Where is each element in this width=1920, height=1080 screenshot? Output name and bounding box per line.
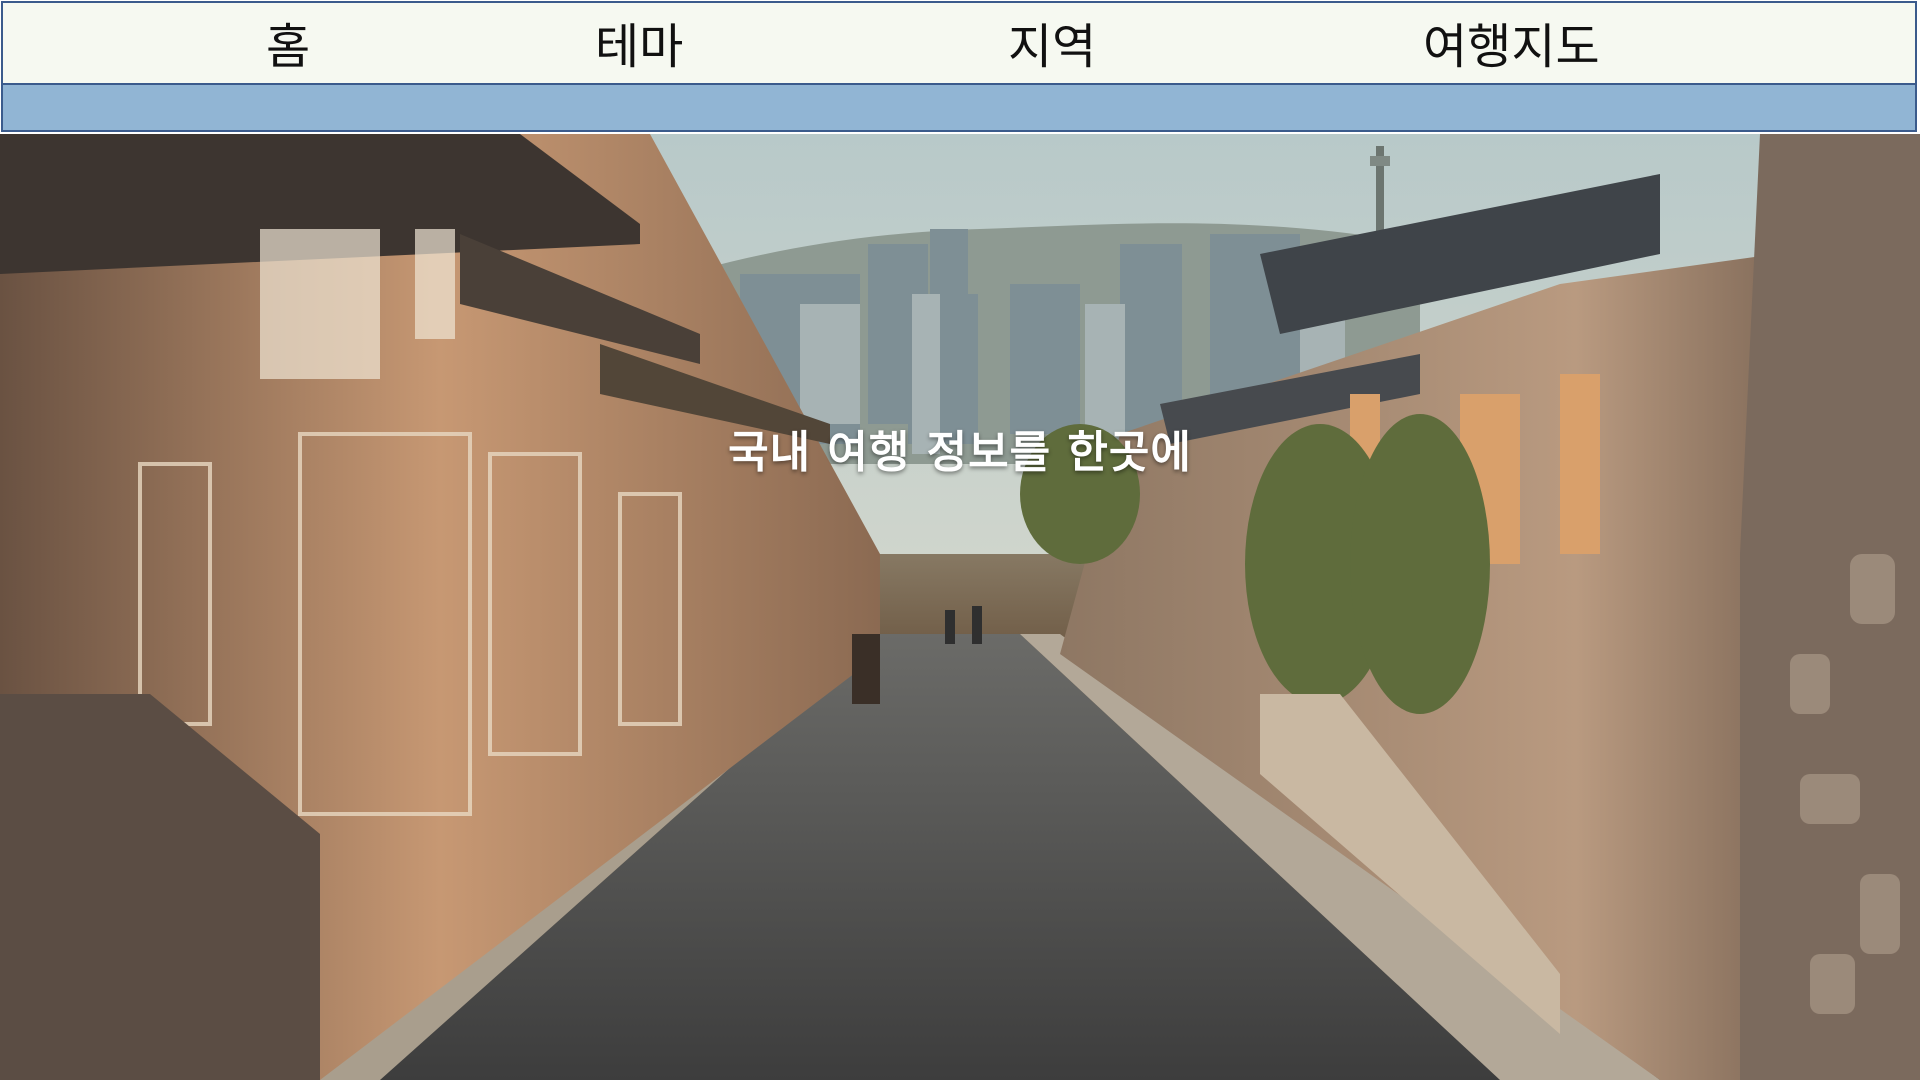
nav-item-home[interactable]: 홈 <box>266 21 310 73</box>
nav-item-region[interactable]: 지역 <box>1008 21 1096 73</box>
sub-navigation-bar <box>1 85 1917 132</box>
hero-title: 국내 여행 정보를 한곳에 <box>728 427 1192 478</box>
page: 홈 테마 지역 여행지도 국내 여행 정보를 한곳에 <box>0 0 1920 1080</box>
top-navigation: 홈 테마 지역 여행지도 <box>1 1 1917 85</box>
nav-item-theme[interactable]: 테마 <box>595 21 683 73</box>
nav-item-travel-map[interactable]: 여행지도 <box>1423 21 1600 73</box>
hero-banner: 국내 여행 정보를 한곳에 <box>0 134 1920 1080</box>
hero-background-image <box>0 134 1920 1080</box>
